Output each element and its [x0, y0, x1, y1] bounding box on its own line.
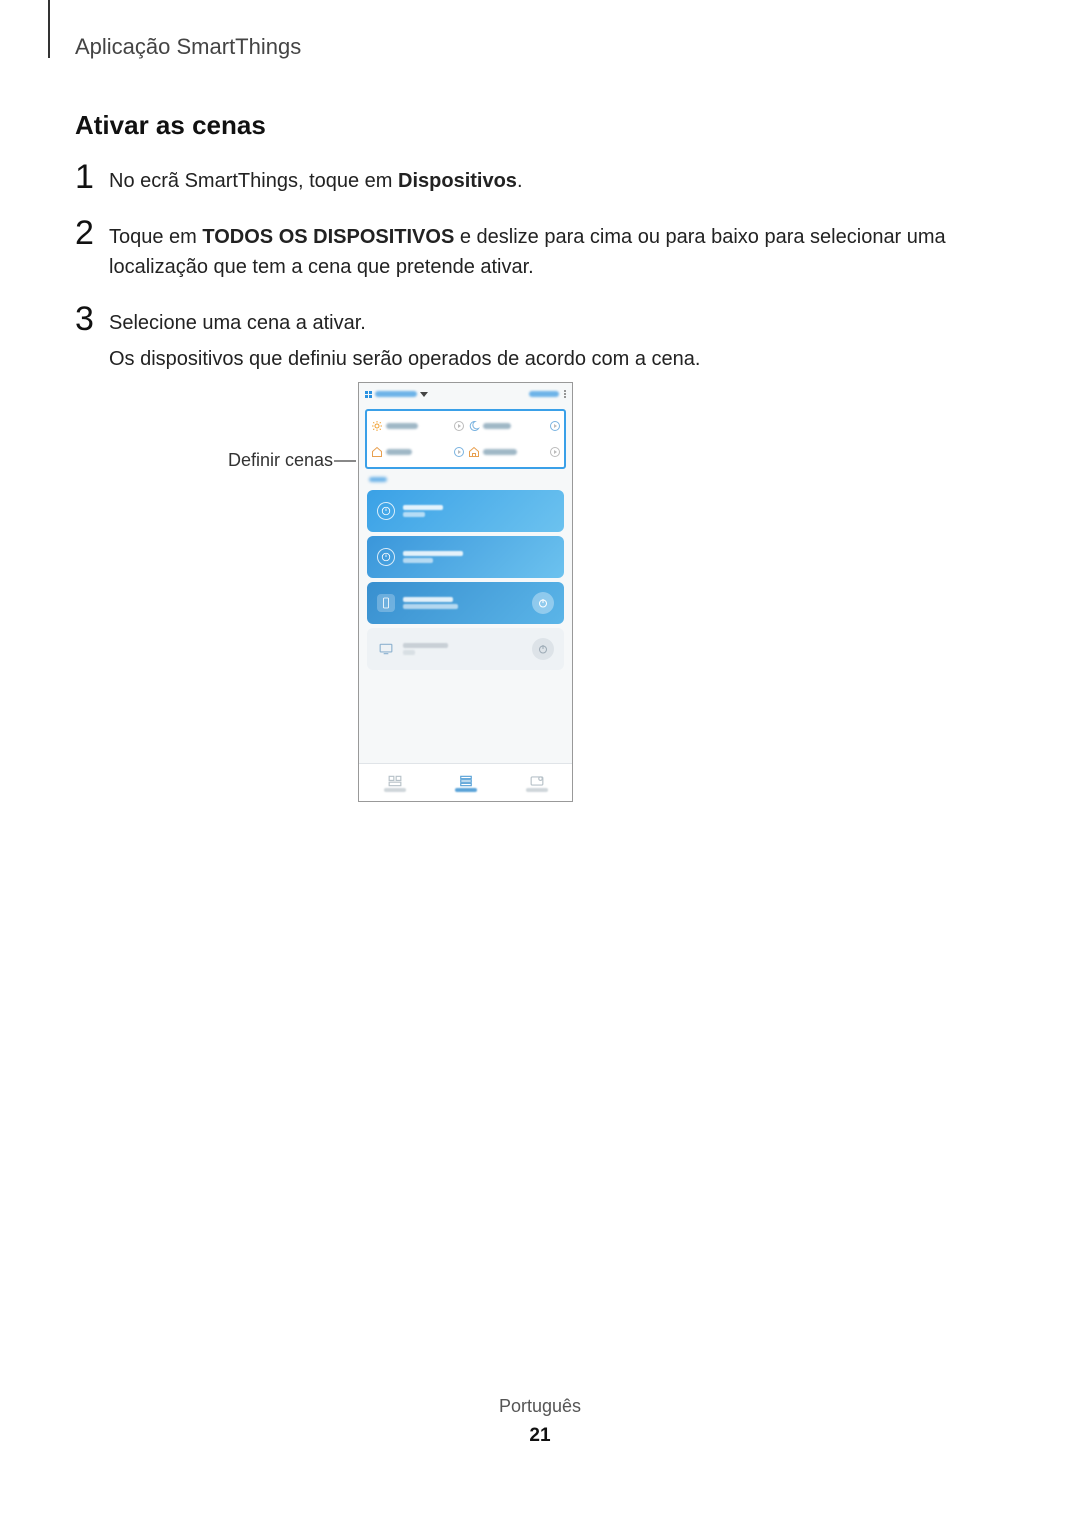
card-text-group	[403, 505, 443, 517]
card-text-group	[403, 551, 463, 563]
scene-item	[371, 415, 464, 437]
step-1: 1 No ecrã SmartThings, toque em Disposit…	[75, 160, 995, 202]
scene-item	[371, 441, 464, 463]
home-in-icon	[468, 446, 480, 458]
nav-label-blurred	[384, 788, 406, 792]
footer-language: Português	[0, 1396, 1080, 1417]
scene-label-blurred	[483, 423, 511, 429]
step-text: .	[517, 170, 523, 192]
home-out-icon	[371, 446, 383, 458]
dropdown-text-blurred	[375, 391, 417, 397]
play-icon	[454, 421, 464, 431]
step-body: No ecrã SmartThings, toque em Dispositiv…	[109, 160, 523, 202]
device-card	[367, 628, 564, 670]
scene-item	[468, 441, 561, 463]
scenes-panel	[365, 409, 566, 469]
apps-grid-icon	[365, 391, 372, 398]
callout-line	[334, 460, 356, 462]
footer-page-number: 21	[0, 1425, 1080, 1447]
nav-label-blurred	[455, 788, 477, 792]
step-3: 3 Selecione uma cena a ativar. Os dispos…	[75, 302, 995, 380]
automation-icon	[530, 774, 544, 786]
power-icon	[532, 638, 554, 660]
ac-icon	[377, 594, 395, 612]
top-right-group	[529, 390, 566, 398]
section-label-blurred	[359, 473, 572, 486]
step-text: Os dispositivos que definiu serão operad…	[109, 344, 700, 374]
nav-label-blurred	[526, 788, 548, 792]
phone-top-bar	[359, 383, 572, 405]
moon-icon	[468, 420, 480, 432]
scene-label-blurred	[483, 449, 517, 455]
scene-label-blurred	[386, 423, 418, 429]
devices-list-icon	[459, 774, 473, 786]
step-number: 2	[75, 216, 109, 250]
action-text-blurred	[529, 391, 559, 397]
hub-icon	[377, 502, 395, 520]
more-menu-icon	[564, 390, 566, 398]
header-app-name: Aplicação SmartThings	[75, 34, 301, 60]
step-body: Selecione uma cena a ativar. Os disposit…	[109, 302, 700, 380]
play-icon	[550, 447, 560, 457]
phone-bottom-nav	[359, 763, 572, 801]
play-icon	[550, 421, 560, 431]
hub-icon	[377, 548, 395, 566]
nav-dashboard	[384, 774, 406, 792]
scene-label-blurred	[386, 449, 412, 455]
step-bold: Dispositivos	[398, 170, 517, 192]
device-card	[367, 536, 564, 578]
dashboard-icon	[388, 774, 402, 786]
device-card	[367, 582, 564, 624]
play-icon	[454, 447, 464, 457]
chevron-down-icon	[420, 392, 428, 397]
step-bold: TODOS OS DISPOSITIVOS	[202, 226, 454, 248]
nav-automations	[526, 774, 548, 792]
step-text: Toque em	[109, 226, 202, 248]
callout-label: Definir cenas	[228, 450, 333, 471]
device-card	[367, 490, 564, 532]
card-text-group	[403, 597, 458, 609]
step-text: No ecrã SmartThings, toque em	[109, 170, 398, 192]
scene-item	[468, 415, 561, 437]
steps-list: 1 No ecrã SmartThings, toque em Disposit…	[75, 150, 995, 394]
step-number: 1	[75, 160, 109, 194]
step-number: 3	[75, 302, 109, 336]
nav-devices	[455, 774, 477, 792]
section-title: Ativar as cenas	[75, 110, 266, 141]
figure-area: Definir cenas	[0, 382, 1080, 812]
step-body: Toque em TODOS OS DISPOSITIVOS e deslize…	[109, 216, 995, 288]
tv-icon	[377, 640, 395, 658]
step-2: 2 Toque em TODOS OS DISPOSITIVOS e desli…	[75, 216, 995, 288]
top-left-group	[365, 391, 428, 398]
phone-mockup	[358, 382, 573, 802]
sun-icon	[371, 420, 383, 432]
header-rule	[48, 0, 50, 58]
step-text: Selecione uma cena a ativar.	[109, 308, 700, 338]
power-icon	[532, 592, 554, 614]
card-text-group	[403, 643, 448, 655]
